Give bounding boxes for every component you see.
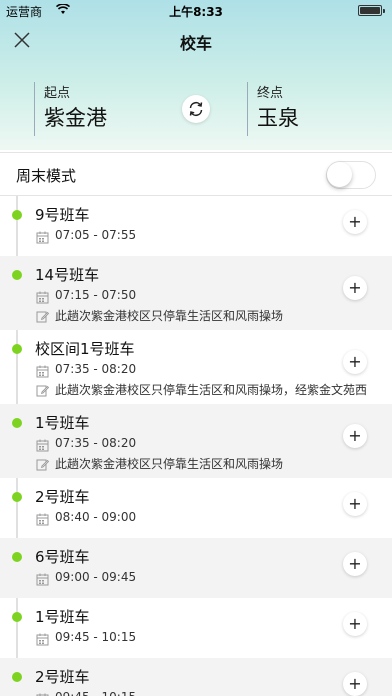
bus-time: 08:40 - 09:00	[55, 510, 137, 524]
status-time: 上午8:33	[169, 5, 223, 19]
bus-name: 1号班车	[35, 414, 90, 432]
timeline-dot	[12, 270, 22, 280]
bus-note: 此趟次紫金港校区只停靠生活区和风雨操场	[55, 309, 284, 323]
bus-time: 07:35 - 08:20	[55, 436, 137, 450]
edit-icon	[36, 308, 50, 327]
bus-time: 07:15 - 07:50	[55, 288, 137, 302]
bus-schedule-list: 9号班车 07:05 - 07:55 +14号班车 07:15 - 07:50 此趟次紫…	[0, 196, 392, 696]
add-reminder-button[interactable]: +	[343, 552, 367, 576]
bus-time: 07:05 - 07:55	[55, 228, 137, 242]
swap-button[interactable]	[182, 95, 210, 123]
bus-note: 此趟次紫金港校区只停靠生活区和风雨操场，经紫金文苑西	[55, 383, 368, 397]
battery-icon	[358, 5, 385, 16]
divider	[34, 82, 35, 136]
destination-value[interactable]: 玉泉	[257, 102, 299, 132]
origin-label: 起点	[44, 86, 71, 101]
bus-name: 1号班车	[35, 608, 90, 626]
route-selector: 起点 紫金港 终点 玉泉	[0, 78, 392, 140]
calendar-icon	[36, 437, 49, 456]
bus-row[interactable]: 14号班车 07:15 - 07:50 此趟次紫金港校区只停靠生活区和风雨操场 +	[0, 256, 392, 330]
destination-label: 终点	[257, 86, 284, 101]
timeline-dot	[12, 552, 22, 562]
timeline-dot	[12, 210, 22, 220]
bus-row[interactable]: 9号班车 07:05 - 07:55 +	[0, 196, 392, 256]
bus-time: 09:00 - 09:45	[55, 570, 137, 584]
status-bar: 运营商 上午8:33	[0, 0, 392, 20]
edit-icon	[36, 382, 50, 401]
calendar-icon	[36, 229, 49, 248]
add-reminder-button[interactable]: +	[343, 424, 367, 448]
swap-icon	[189, 101, 203, 117]
bus-name: 14号班车	[35, 266, 100, 284]
calendar-icon	[36, 691, 49, 696]
bus-name: 校区间1号班车	[35, 340, 135, 358]
timeline-dot	[12, 418, 22, 428]
bus-row[interactable]: 1号班车 07:35 - 08:20 此趟次紫金港校区只停靠生活区和风雨操场 +	[0, 404, 392, 478]
add-reminder-button[interactable]: +	[343, 350, 367, 374]
toggle-knob	[327, 162, 352, 187]
bus-row[interactable]: 1号班车 09:45 - 10:15 +	[0, 598, 392, 658]
timeline-dot	[12, 612, 22, 622]
calendar-icon	[36, 511, 49, 530]
weekend-mode-toggle[interactable]	[326, 161, 376, 189]
bus-row[interactable]: 校区间1号班车 07:35 - 08:20 此趟次紫金港校区只停靠生活区和风雨操场，…	[0, 330, 392, 404]
bus-time: 07:35 - 08:20	[55, 362, 137, 376]
header: 运营商 上午8:33 校车 起点 紫金港 终点 玉泉	[0, 0, 392, 150]
timeline-dot	[12, 672, 22, 682]
bus-name: 9号班车	[35, 206, 90, 224]
bus-time: 09:45 - 10:15	[55, 690, 136, 696]
bus-row[interactable]: 2号班车 09:45 - 10:15 +	[0, 658, 392, 696]
bus-name: 2号班车	[35, 488, 90, 506]
weekend-mode-row: 周末模式	[0, 152, 392, 196]
calendar-icon	[36, 631, 49, 650]
bus-name: 2号班车	[35, 668, 90, 686]
add-reminder-button[interactable]: +	[343, 612, 367, 636]
add-reminder-button[interactable]: +	[343, 210, 367, 234]
add-reminder-button[interactable]: +	[343, 492, 367, 516]
weekend-mode-label: 周末模式	[16, 167, 77, 185]
bus-note: 此趟次紫金港校区只停靠生活区和风雨操场	[55, 457, 284, 471]
edit-icon	[36, 456, 50, 475]
calendar-icon	[36, 289, 49, 308]
add-reminder-button[interactable]: +	[343, 672, 367, 696]
bus-time: 09:45 - 10:15	[55, 630, 137, 644]
origin-value[interactable]: 紫金港	[44, 102, 107, 132]
calendar-icon	[36, 363, 49, 382]
divider	[247, 82, 248, 136]
calendar-icon	[36, 571, 49, 590]
bus-row[interactable]: 6号班车 09:00 - 09:45 +	[0, 538, 392, 598]
add-reminder-button[interactable]: +	[343, 276, 367, 300]
timeline-dot	[12, 492, 22, 502]
timeline-dot	[12, 344, 22, 354]
bus-name: 6号班车	[35, 548, 90, 566]
page-title: 校车	[179, 34, 212, 53]
bus-row[interactable]: 2号班车 08:40 - 09:00 +	[0, 478, 392, 538]
